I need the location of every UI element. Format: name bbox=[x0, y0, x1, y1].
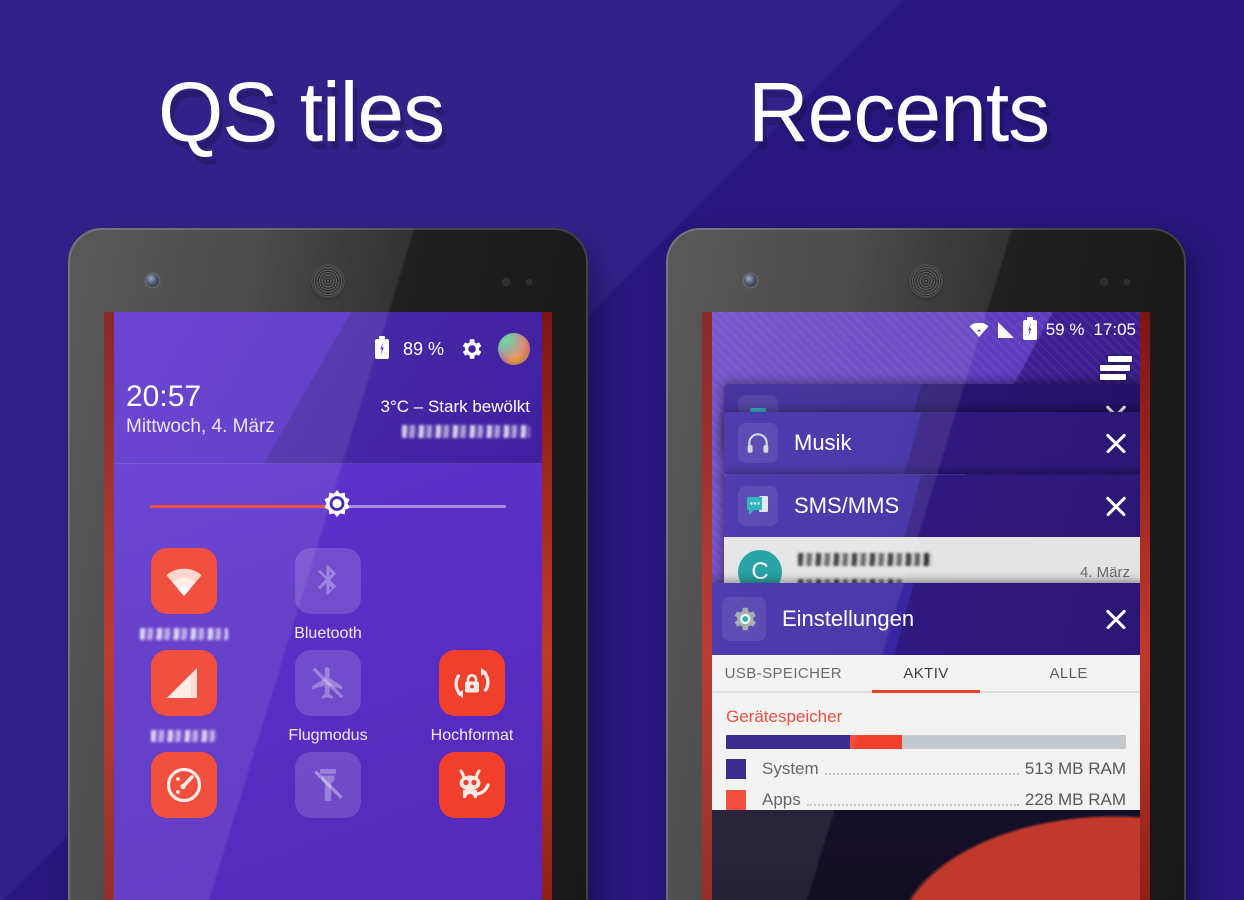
phone-left-screen: 89 % 20:57 Mittwoch, 4. März 3°C – Stark… bbox=[104, 312, 552, 900]
proximity-sensor-icon bbox=[1100, 278, 1142, 286]
earpiece-speaker-icon bbox=[909, 264, 943, 298]
storage-usage-bar bbox=[726, 735, 1126, 749]
front-camera-icon bbox=[146, 274, 159, 287]
recents-card-stack: Musik SMS/MMS C 4. März Einstellungen US… bbox=[708, 384, 1144, 900]
recents-card-bar[interactable]: SMS/MMS bbox=[724, 475, 1144, 537]
recents-card-title: Musik bbox=[794, 430, 852, 455]
cyanogenmod-icon bbox=[439, 752, 505, 818]
status-time-label: 17:05 bbox=[1093, 320, 1136, 339]
page-title-left: QS tiles bbox=[158, 65, 445, 159]
wifi-icon bbox=[969, 321, 989, 338]
recents-screen: 59 % 17:05 Musik SMS/MMS C 4. März Einst… bbox=[702, 312, 1150, 900]
qs-tile-label-signal bbox=[151, 726, 217, 746]
phone-right-screen: 59 % 17:05 Musik SMS/MMS C 4. März Einst… bbox=[702, 312, 1150, 900]
status-bar: 59 % 17:05 bbox=[702, 312, 1150, 348]
qs-tile-wifi[interactable] bbox=[112, 548, 256, 644]
phone-left: 89 % 20:57 Mittwoch, 4. März 3°C – Stark… bbox=[68, 228, 588, 900]
qs-clock-weather-row: 20:57 Mittwoch, 4. März 3°C – Stark bewö… bbox=[126, 380, 530, 438]
qs-tile-label-rotation: Hochformat bbox=[430, 727, 514, 744]
brightness-fill bbox=[150, 504, 336, 508]
battery-percent-label: 89 % bbox=[402, 338, 444, 359]
close-icon[interactable] bbox=[1102, 429, 1130, 457]
legend-row-system: System 513 MB RAM bbox=[726, 759, 1126, 779]
data-usage-icon bbox=[151, 752, 217, 818]
battery-percent-label: 59 % bbox=[1045, 320, 1085, 339]
quick-settings-panel: 89 % 20:57 Mittwoch, 4. März 3°C – Stark… bbox=[104, 312, 552, 900]
legend-row-apps: Apps 228 MB RAM bbox=[726, 790, 1126, 810]
settings-storage-panel: USB-SPEICHER AKTIV ALLE Gerätespeicher S… bbox=[708, 655, 1144, 810]
legend-value: 513 MB RAM bbox=[1024, 759, 1126, 778]
recents-card-einstellungen[interactable]: Einstellungen USB-SPEICHER AKTIV ALLE Ge… bbox=[708, 583, 1144, 900]
signal-bars-icon bbox=[151, 650, 217, 716]
rotation-lock-icon bbox=[439, 650, 505, 716]
qs-tile-label-wifi bbox=[140, 624, 228, 644]
qs-tile-flashlight[interactable] bbox=[256, 752, 400, 848]
gear-icon[interactable] bbox=[458, 336, 484, 362]
storage-legend: System 513 MB RAM Apps 228 MB RAM bbox=[708, 749, 1144, 810]
legend-dots bbox=[824, 763, 1019, 775]
signal-bars-icon bbox=[997, 322, 1014, 338]
legend-swatch bbox=[726, 759, 746, 779]
legend-dots bbox=[806, 794, 1019, 806]
qs-tile-rotation[interactable]: Hochformat bbox=[400, 650, 544, 746]
earpiece-speaker-icon bbox=[311, 264, 345, 298]
qs-tile-empty bbox=[400, 548, 544, 644]
weather-location-blurred bbox=[381, 423, 530, 438]
sms-bubble-icon bbox=[738, 486, 778, 526]
settings-tabs: USB-SPEICHER AKTIV ALLE bbox=[708, 655, 1144, 693]
airplane-icon bbox=[295, 650, 361, 716]
qs-tile-airplane[interactable]: Flugmodus bbox=[256, 650, 400, 746]
front-camera-icon bbox=[744, 274, 757, 287]
avatar[interactable] bbox=[498, 333, 530, 365]
qs-tile-bluetooth[interactable]: Bluetooth bbox=[256, 548, 400, 644]
bluetooth-icon bbox=[295, 548, 361, 614]
legend-swatch bbox=[726, 790, 746, 810]
recents-card-title: Einstellungen bbox=[782, 606, 915, 631]
recents-card-musik[interactable]: Musik bbox=[724, 412, 1144, 482]
legend-label: System bbox=[762, 759, 819, 778]
qs-tile-signal[interactable] bbox=[112, 650, 256, 746]
storage-segment-system bbox=[726, 735, 850, 749]
flashlight-off-icon bbox=[295, 752, 361, 818]
tab-alle[interactable]: ALLE bbox=[997, 655, 1140, 691]
qs-tiles-grid: Bluetooth Flugmodus Hochformat bbox=[104, 548, 552, 848]
contact-name-blurred bbox=[798, 551, 1080, 569]
recents-card-title: SMS/MMS bbox=[794, 493, 900, 518]
legend-value: 228 MB RAM bbox=[1024, 790, 1126, 809]
wifi-icon bbox=[151, 548, 217, 614]
storage-segment-apps bbox=[850, 735, 902, 749]
brightness-sun-icon[interactable] bbox=[320, 489, 354, 523]
clock-date: Mittwoch, 4. März bbox=[126, 415, 275, 437]
qs-clock-block[interactable]: 20:57 Mittwoch, 4. März bbox=[126, 380, 275, 438]
qs-tile-data-usage[interactable] bbox=[112, 752, 256, 848]
qs-header: 89 % 20:57 Mittwoch, 4. März 3°C – Stark… bbox=[104, 312, 552, 464]
qs-tile-label-bluetooth: Bluetooth bbox=[294, 625, 362, 642]
phone-right: 59 % 17:05 Musik SMS/MMS C 4. März Einst… bbox=[666, 228, 1186, 900]
close-icon[interactable] bbox=[1102, 605, 1130, 633]
gear-icon bbox=[722, 597, 766, 641]
qs-tile-label-airplane: Flugmodus bbox=[288, 727, 368, 744]
legend-label: Apps bbox=[762, 790, 801, 809]
tab-aktiv[interactable]: AKTIV bbox=[855, 655, 998, 693]
clock-time: 20:57 bbox=[126, 380, 202, 413]
weather-condition: 3°C – Stark bewölkt bbox=[380, 396, 530, 416]
brightness-slider[interactable] bbox=[104, 464, 552, 548]
battery-charging-icon bbox=[374, 336, 389, 359]
close-icon[interactable] bbox=[1102, 492, 1130, 520]
battery-charging-icon bbox=[1022, 317, 1037, 340]
qs-status-row: 89 % bbox=[126, 332, 530, 366]
page-title-right: Recents bbox=[748, 65, 1050, 159]
clear-all-icon[interactable] bbox=[1098, 356, 1132, 380]
qs-tile-cyanogenmod[interactable] bbox=[400, 752, 544, 848]
recents-card-bar[interactable]: Musik bbox=[724, 412, 1144, 474]
tab-usb-speicher[interactable]: USB-SPEICHER bbox=[712, 655, 855, 691]
headphones-icon bbox=[738, 423, 778, 463]
proximity-sensor-icon bbox=[502, 278, 544, 286]
storage-section-title: Gerätespeicher bbox=[726, 707, 843, 726]
weather-widget[interactable]: 3°C – Stark bewölkt bbox=[381, 397, 530, 438]
list-item-date: 4. März bbox=[1079, 563, 1130, 581]
recents-card-bar[interactable]: Einstellungen bbox=[708, 583, 1144, 655]
